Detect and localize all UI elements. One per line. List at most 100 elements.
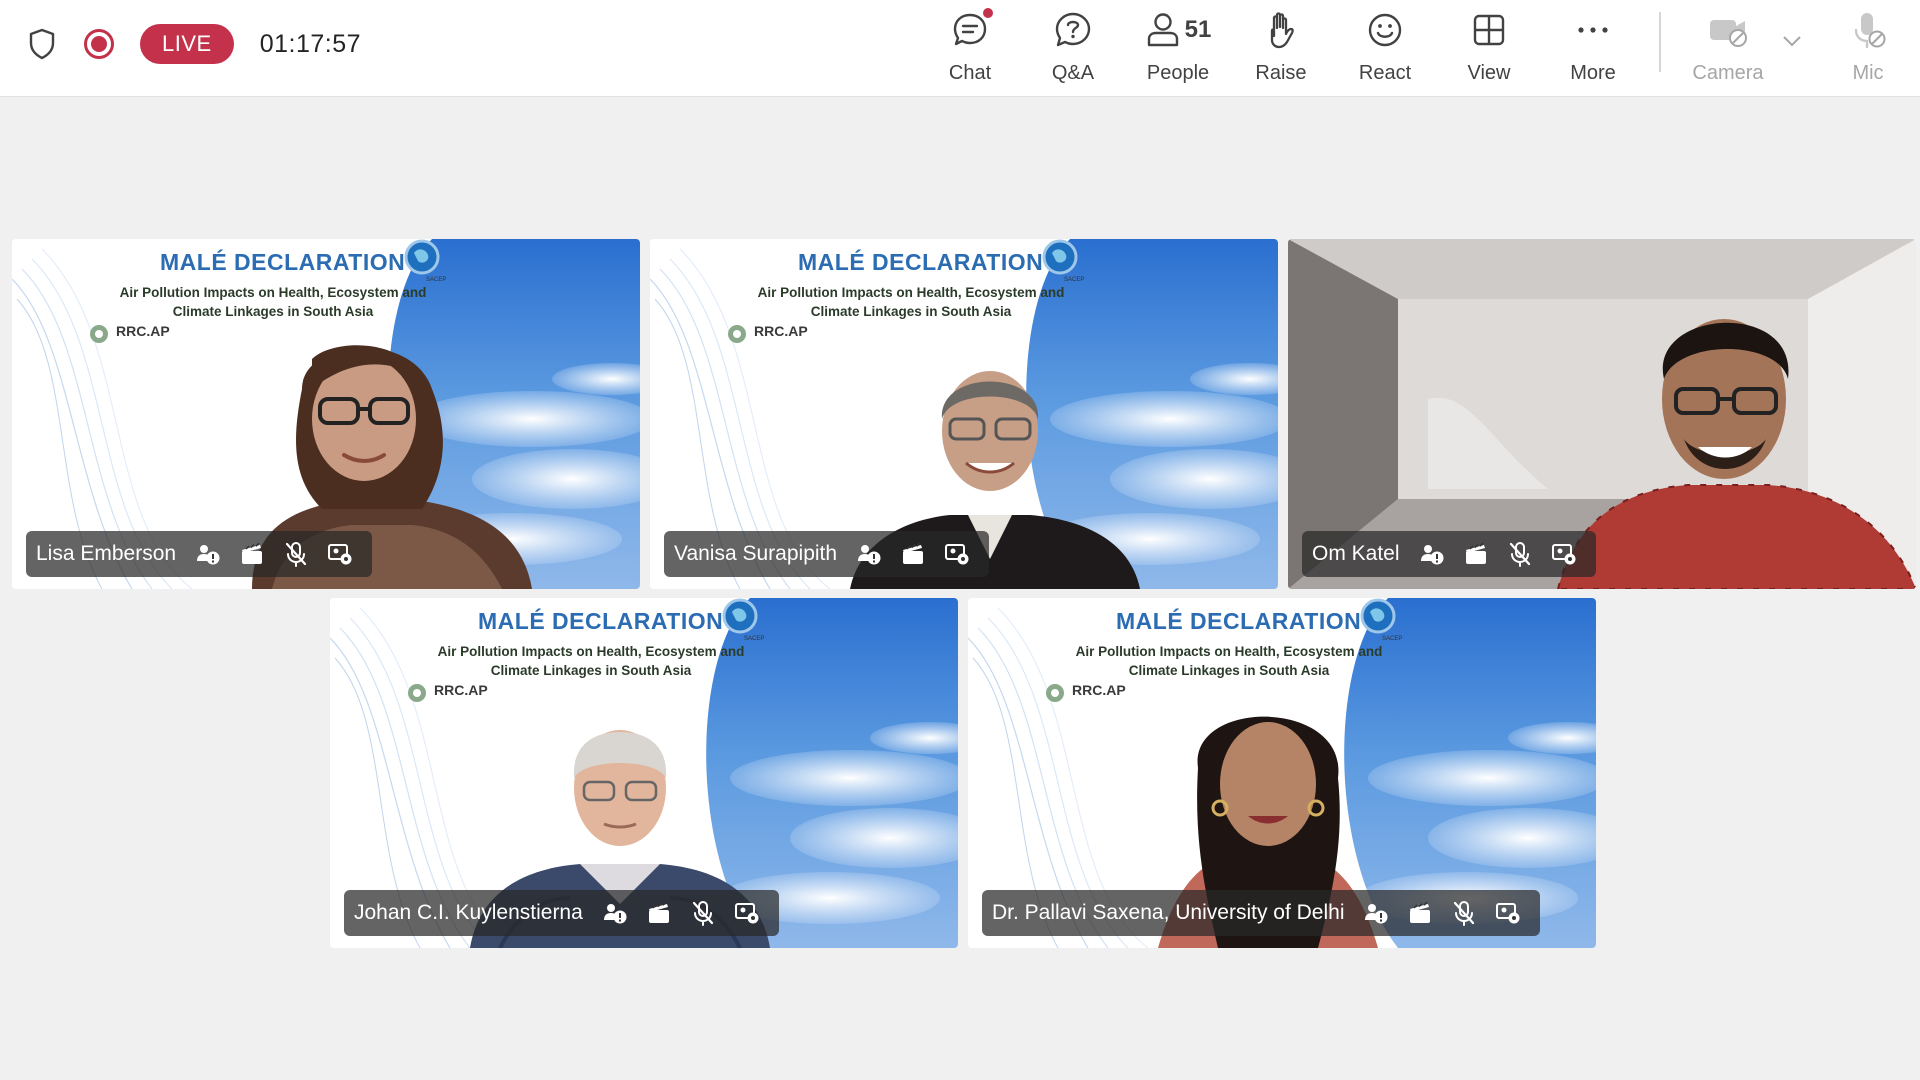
people-info-icon[interactable] <box>1362 899 1390 927</box>
chat-icon <box>951 4 995 56</box>
more-button[interactable]: More <box>1545 4 1641 92</box>
rrc-ap-emblem-icon <box>1046 684 1064 702</box>
qa-label: Q&A <box>1051 62 1095 84</box>
participant-tile[interactable]: Om Katel <box>1288 239 1916 589</box>
meeting-timer: 01:17:57 <box>259 29 362 58</box>
participant-namebar: Vanisa Surapipith <box>664 531 990 577</box>
participant-namebar: Johan C.I. Kuylenstierna <box>344 890 779 936</box>
smiley-icon <box>1366 4 1404 56</box>
camera-off-icon <box>1707 4 1749 56</box>
people-icon-wrap: 51 <box>1145 4 1212 56</box>
rrc-ap-text: RRC.AP <box>434 681 488 698</box>
participant-name: Dr. Pallavi Saxena, University of Delhi <box>992 901 1345 924</box>
slide-title: MALÉ DECLARATION <box>1116 608 1362 634</box>
participant-name: Johan C.I. Kuylenstierna <box>354 901 583 924</box>
clapperboard-icon[interactable] <box>1462 540 1490 568</box>
mic-button[interactable]: Mic <box>1820 4 1916 92</box>
slide-title: MALÉ DECLARATION <box>798 249 1044 275</box>
screen-settings-icon[interactable] <box>1494 899 1522 927</box>
sacep-logo: SACEP <box>718 598 766 647</box>
screen-settings-icon[interactable] <box>326 540 354 568</box>
slide-subtitle: Air Pollution Impacts on Health, Ecosyst… <box>1064 642 1394 680</box>
slide-title: MALÉ DECLARATION <box>478 608 724 634</box>
slide-subtitle-line2: Climate Linkages in South Asia <box>1128 663 1330 678</box>
screen-settings-icon[interactable] <box>943 540 971 568</box>
people-info-icon[interactable] <box>194 540 222 568</box>
camera-label: Camera <box>1692 62 1764 84</box>
people-info-icon[interactable] <box>1418 540 1446 568</box>
grid-icon <box>1471 4 1507 56</box>
rrc-ap-emblem-icon <box>408 684 426 702</box>
chevron-down-icon[interactable] <box>1782 34 1802 52</box>
clapperboard-icon[interactable] <box>238 540 266 568</box>
participant-name: Lisa Emberson <box>36 542 177 565</box>
rrc-ap-logo: RRC.AP <box>406 682 488 704</box>
live-badge: LIVE <box>140 24 234 64</box>
ellipsis-icon <box>1575 4 1611 56</box>
sacep-logo: SACEP <box>400 239 448 288</box>
people-button[interactable]: 51 People <box>1130 4 1226 92</box>
recording-icon <box>84 29 114 59</box>
view-label: View <box>1467 62 1511 84</box>
view-button[interactable]: View <box>1441 4 1537 92</box>
participant-name: Om Katel <box>1312 542 1400 565</box>
react-label: React <box>1358 62 1412 84</box>
hand-icon <box>1263 4 1299 56</box>
screen-settings-icon[interactable] <box>733 899 761 927</box>
mic-off-icon <box>1849 4 1887 56</box>
rrc-ap-emblem-icon <box>728 325 746 343</box>
participant-namebar: Dr. Pallavi Saxena, University of Delhi <box>982 890 1541 936</box>
clapperboard-icon[interactable] <box>645 899 673 927</box>
sacep-logo: SACEP <box>1038 239 1086 288</box>
rrc-ap-logo: RRC.AP <box>1044 682 1126 704</box>
screen-settings-icon[interactable] <box>1550 540 1578 568</box>
participant-tile[interactable]: MALÉ DECLARATION SACEP Air Pollution Imp… <box>330 598 958 948</box>
rrc-ap-text: RRC.AP <box>116 322 170 339</box>
slide-subtitle: Air Pollution Impacts on Health, Ecosyst… <box>426 642 756 680</box>
meeting-toolbar: LIVE 01:17:57 Chat Q&A 51 People Raise R… <box>0 0 1920 97</box>
slide-subtitle-line2: Climate Linkages in South Asia <box>810 304 1012 319</box>
slide-subtitle-line1: Air Pollution Impacts on Health, Ecosyst… <box>437 644 745 659</box>
participant-tile[interactable]: MALÉ DECLARATION SACEP Air Pollution Imp… <box>12 239 640 589</box>
mic-muted-icon[interactable] <box>1506 540 1534 568</box>
qa-icon <box>1053 4 1093 56</box>
people-icon <box>1147 13 1178 47</box>
participant-name: Vanisa Surapipith <box>674 542 838 565</box>
react-button[interactable]: React <box>1337 4 1433 92</box>
chat-button[interactable]: Chat <box>922 4 1018 92</box>
clapperboard-icon[interactable] <box>1406 899 1434 927</box>
raise-label: Raise <box>1255 62 1307 84</box>
toolbar-divider <box>1659 12 1661 72</box>
slide-subtitle-line2: Climate Linkages in South Asia <box>172 304 374 319</box>
people-info-icon[interactable] <box>601 899 629 927</box>
raise-hand-button[interactable]: Raise <box>1233 4 1329 92</box>
participant-tile[interactable]: MALÉ DECLARATION SACEP Air Pollution Imp… <box>968 598 1596 948</box>
shield-icon[interactable] <box>28 27 58 61</box>
rrc-ap-logo: RRC.AP <box>88 323 170 345</box>
slide-subtitle-line1: Air Pollution Impacts on Health, Ecosyst… <box>1075 644 1383 659</box>
slide-title: MALÉ DECLARATION <box>160 249 406 275</box>
mic-muted-icon[interactable] <box>689 899 717 927</box>
mic-muted-icon[interactable] <box>1450 899 1478 927</box>
camera-button[interactable]: Camera <box>1680 4 1776 92</box>
mic-label: Mic <box>1852 62 1884 84</box>
participant-namebar: Lisa Emberson <box>26 531 373 577</box>
chat-notification-dot <box>981 6 995 20</box>
slide-subtitle-line1: Air Pollution Impacts on Health, Ecosyst… <box>757 285 1065 300</box>
slide-subtitle: Air Pollution Impacts on Health, Ecosyst… <box>108 283 438 321</box>
qa-button[interactable]: Q&A <box>1025 4 1121 92</box>
clapperboard-icon[interactable] <box>899 540 927 568</box>
chat-label: Chat <box>948 62 992 84</box>
more-label: More <box>1570 62 1616 84</box>
slide-subtitle-line1: Air Pollution Impacts on Health, Ecosyst… <box>119 285 427 300</box>
sacep-logo: SACEP <box>1356 598 1404 647</box>
rrc-ap-logo: RRC.AP <box>726 323 808 345</box>
participant-namebar: Om Katel <box>1302 531 1596 577</box>
mic-muted-icon[interactable] <box>282 540 310 568</box>
slide-subtitle: Air Pollution Impacts on Health, Ecosyst… <box>746 283 1076 321</box>
slide-subtitle-line2: Climate Linkages in South Asia <box>490 663 692 678</box>
rrc-ap-text: RRC.AP <box>754 322 808 339</box>
participant-tile[interactable]: MALÉ DECLARATION SACEP Air Pollution Imp… <box>650 239 1278 589</box>
people-count: 51 <box>1184 16 1212 43</box>
people-info-icon[interactable] <box>855 540 883 568</box>
